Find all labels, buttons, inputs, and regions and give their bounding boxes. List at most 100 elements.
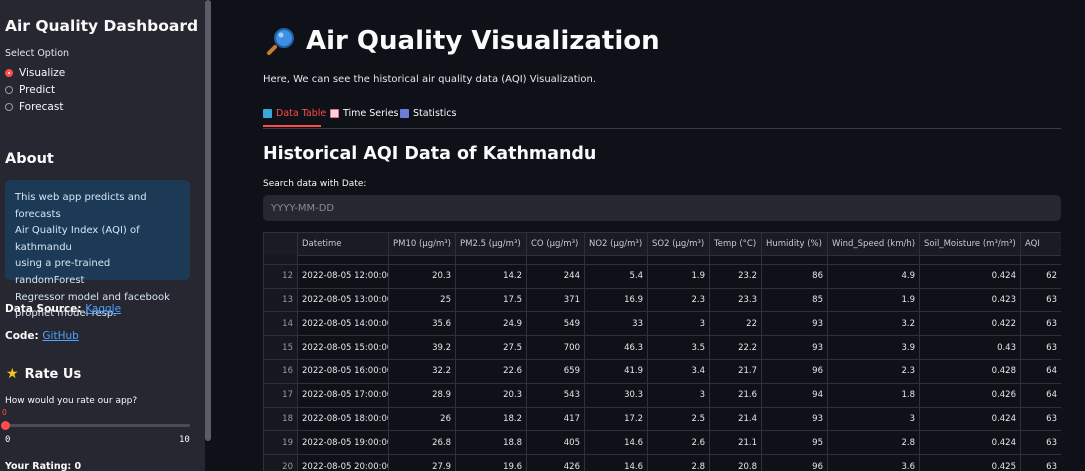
data-table[interactable]: Datetime PM10 (μg/m³) PM2.5 (μg/m³) CO (μg/… [263,232,1061,471]
about-heading: About [5,151,54,167]
table-cell: 700 [526,335,585,360]
table-cell: 371 [526,287,585,313]
table-cell: 2022-08-05 20:00:00 [297,454,389,471]
table-cell: 27.9 [388,454,456,471]
table-cell: 93 [761,335,828,360]
table-cell: 27.5 [455,335,527,360]
table-cell: 20.3 [455,382,527,408]
table-cell: 5.4 [584,263,648,289]
kaggle-link[interactable]: Kaggle [85,303,121,315]
column-header[interactable]: Temp (°C) [709,232,762,256]
table-cell: 21.6 [709,382,762,408]
table-cell: 95 [761,430,828,456]
section-heading: Historical AQI Data of Kathmandu [263,144,597,164]
column-header[interactable]: Wind_Speed (km/h) [827,232,920,256]
table-cell: 21.7 [709,358,762,384]
rate-us-heading: ★ Rate Us [6,366,81,382]
table-cell: 2.6 [647,430,710,456]
data-source: Data Source: Kaggle [5,303,121,315]
table-cell: 46.3 [584,335,648,360]
table-cell: 62 [1020,254,1061,265]
column-header[interactable]: Datetime [297,232,389,256]
table-row: 20 2022-08-05 20:00:00 27.9 19.6 426 14.6 2.8 2… [263,454,1061,471]
table-cell: 16.9 [584,287,648,313]
table-cell: 202 [526,254,585,265]
table-cell: 3 [827,406,920,432]
radio-selected-icon[interactable] [5,69,13,77]
radio-label: Predict [19,84,56,96]
table-cell: 39.2 [388,335,456,360]
slider-min-label: 0 [5,435,11,445]
table-cell: 63 [1020,454,1061,471]
column-header[interactable]: Soil_Moisture (m³/m³) [919,232,1021,256]
book-icon [263,109,272,118]
tab-label: Statistics [413,108,457,119]
table-cell: 14.6 [584,430,648,456]
table-cell: 3 [647,311,710,337]
radio-predict[interactable]: Predict [5,84,55,96]
table-cell: 417 [526,406,585,432]
table-cell: 32.2 [388,358,456,384]
table-cell: 62 [1020,263,1061,289]
table-cell: 93 [761,311,828,337]
table-cell: 25 [709,254,762,265]
index-column-header[interactable] [263,232,298,256]
rating-slider-track[interactable] [5,424,190,427]
rating-slider-thumb[interactable] [1,421,10,430]
magnifying-glass-icon [266,26,296,56]
table-cell: 0.424 [919,263,1021,289]
table-cell: 405 [526,430,585,456]
table-cell: 18.2 [455,406,527,432]
table-cell: 63 [1020,406,1061,432]
table-cell: 2022-08-05 11:00:00 [297,254,389,265]
table-cell: 3 [647,382,710,408]
about-line: Air Quality Index (AQI) of kathmandu [15,225,140,253]
date-search-input[interactable] [263,195,1061,221]
table-cell: 3.9 [827,335,920,360]
table-cell: 2022-08-05 14:00:00 [297,311,389,337]
row-index-cell: 20 [263,454,298,471]
tab-data-table[interactable]: Data Table [263,106,326,121]
radio-unselected-icon[interactable] [5,103,13,111]
table-cell: 17.2 [584,406,648,432]
table-cell: 17.5 [455,287,527,313]
table-cell: 86 [761,263,828,289]
table-cell: 549 [526,311,585,337]
column-header[interactable]: NO2 (μg/m³) [584,232,648,256]
table-cell: 2.8 [827,430,920,456]
column-header[interactable]: PM10 (μg/m³) [388,232,456,256]
table-cell: 0.422 [919,311,1021,337]
table-cell: 94 [761,382,828,408]
table-cell: 14.6 [584,454,648,471]
table-cell: 3.6 [827,454,920,471]
column-header[interactable]: PM2.5 (μg/m³) [455,232,527,256]
tab-statistics[interactable]: Statistics [400,106,456,121]
tab-time-series[interactable]: Time Series [330,106,398,121]
chart-line-icon [330,109,339,118]
row-index-cell: 17 [263,382,298,408]
table-cell: 21.1 [709,430,762,456]
table-cell: 64 [1020,382,1061,408]
table-cell: 3.2 [827,311,920,337]
table-body-viewport[interactable]: 112022-08-05 11:00:002316.12021.41.62582… [263,254,1061,471]
column-header[interactable]: CO (μg/m³) [526,232,585,256]
radio-visualize[interactable]: Visualize [5,67,65,79]
table-row: 17 2022-08-05 17:00:00 28.9 20.3 543 30.3 3 21.… [263,382,1061,408]
tab-label: Time Series [343,108,399,119]
search-label: Search data with Date: [263,179,367,189]
column-header[interactable]: AQI [1020,232,1061,256]
github-link[interactable]: GitHub [42,330,78,342]
column-header[interactable]: SO2 (μg/m³) [647,232,710,256]
table-cell: 244 [526,263,585,289]
table-cell: 35.6 [388,311,456,337]
radio-unselected-icon[interactable] [5,86,13,94]
table-cell: 23.2 [709,263,762,289]
table-cell: 30.3 [584,382,648,408]
column-header[interactable]: Humidity (%) [761,232,828,256]
table-cell: 85 [761,287,828,313]
radio-forecast[interactable]: Forecast [5,101,63,113]
table-cell: 63 [1020,287,1061,313]
table-cell: 22 [709,311,762,337]
sidebar-scrollbar[interactable] [205,0,211,441]
your-rating: Your Rating: 0 [5,461,82,471]
